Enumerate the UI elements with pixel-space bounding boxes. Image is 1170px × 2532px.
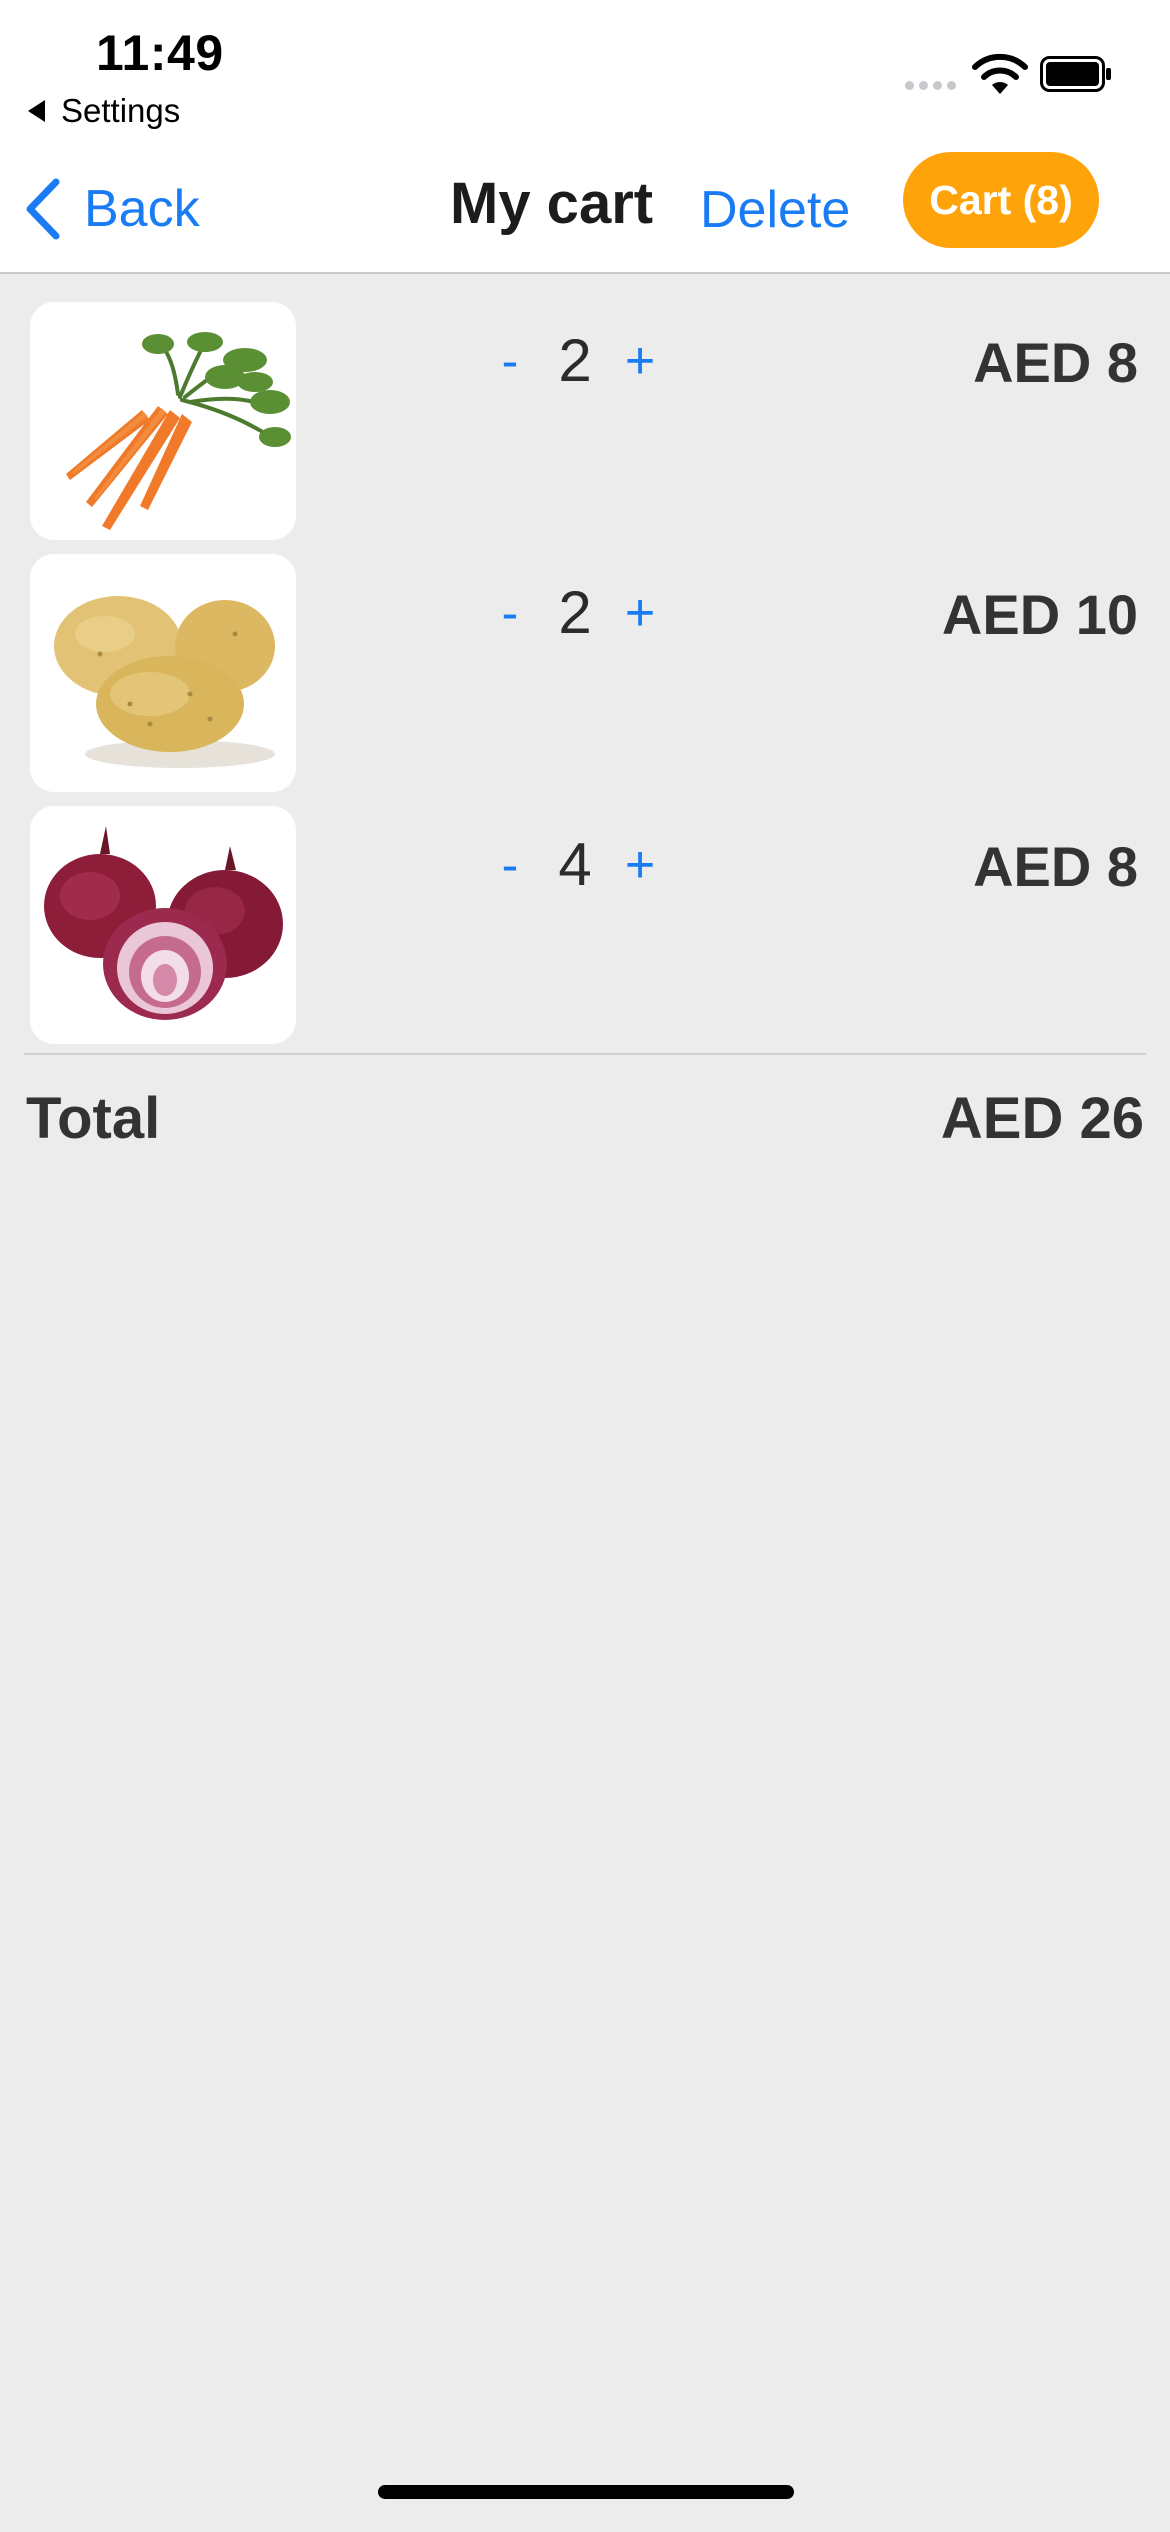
back-triangle-icon xyxy=(28,100,45,122)
item-price: AED 10 xyxy=(941,583,1138,646)
increase-quantity-button[interactable]: + xyxy=(620,583,660,643)
cellular-signal-icon xyxy=(905,81,956,90)
item-price: AED 8 xyxy=(973,331,1138,394)
item-price: AED 8 xyxy=(973,835,1138,898)
screen: 11:49 Settings Back My cart Delete Cart … xyxy=(0,0,1170,2532)
delete-button[interactable]: Delete xyxy=(700,180,850,240)
page-title: My cart xyxy=(450,171,654,236)
back-to-app-label: Settings xyxy=(61,92,181,129)
quantity-value: 2 xyxy=(558,579,592,646)
battery-icon xyxy=(1040,56,1111,92)
onion-image xyxy=(30,806,296,1044)
cart-list: - 2 + AED 8 - 2 + AED 10 - 4 + AED 8 xyxy=(0,274,1170,1044)
wifi-icon xyxy=(972,53,1028,94)
carrot-image xyxy=(30,302,296,540)
cart-button[interactable]: Cart (8) xyxy=(903,152,1099,248)
decrease-quantity-button[interactable]: - xyxy=(490,332,530,390)
quantity-value: 4 xyxy=(558,831,592,898)
cart-item: - 2 + AED 8 xyxy=(0,274,1170,540)
navigation-bar: Back My cart Delete Cart (8) xyxy=(0,140,1170,274)
increase-quantity-button[interactable]: + xyxy=(620,331,660,391)
potato-image xyxy=(30,554,296,792)
cart-item: - 4 + AED 8 xyxy=(0,778,1170,1044)
quantity-stepper: - 2 + xyxy=(490,578,660,647)
total-label: Total xyxy=(26,1086,161,1151)
total-divider xyxy=(24,1053,1146,1055)
back-button-label: Back xyxy=(84,180,200,238)
back-to-app-link[interactable]: Settings xyxy=(28,92,180,130)
chevron-left-icon xyxy=(26,178,60,240)
quantity-stepper: - 2 + xyxy=(490,326,660,395)
status-time: 11:49 xyxy=(96,25,224,81)
increase-quantity-button[interactable]: + xyxy=(620,835,660,895)
total-value: AED 26 xyxy=(940,1086,1144,1151)
quantity-stepper: - 4 + xyxy=(490,830,660,899)
cart-item: - 2 + AED 10 xyxy=(0,526,1170,792)
home-indicator[interactable] xyxy=(378,2485,794,2499)
status-bar: 11:49 Settings xyxy=(0,0,1170,140)
quantity-value: 2 xyxy=(558,327,592,394)
back-button[interactable]: Back xyxy=(24,178,200,240)
decrease-quantity-button[interactable]: - xyxy=(490,584,530,642)
decrease-quantity-button[interactable]: - xyxy=(490,836,530,894)
